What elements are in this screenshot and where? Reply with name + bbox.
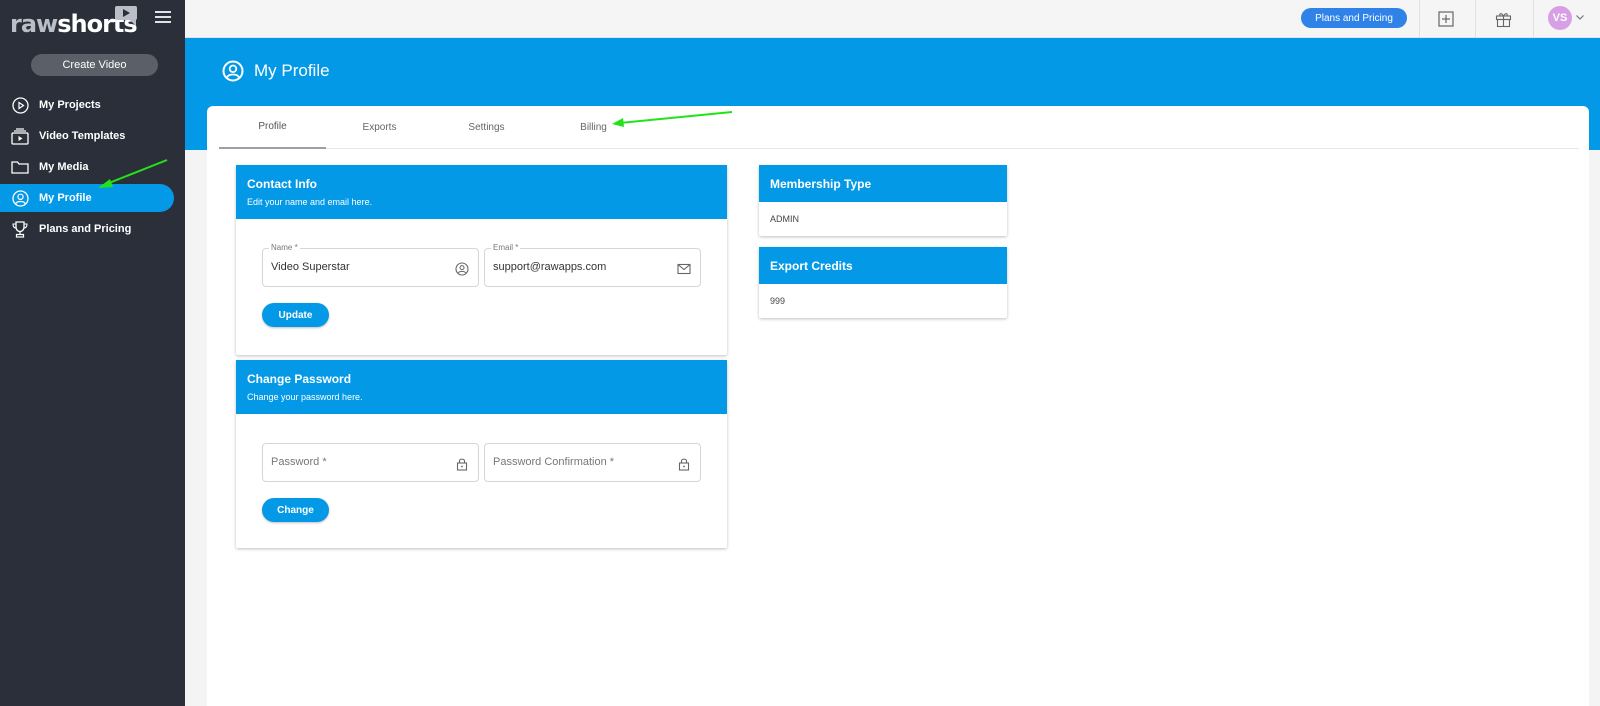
profile-tabs: Profile Exports Settings Billing bbox=[219, 106, 1579, 149]
menu-toggle-icon[interactable] bbox=[155, 11, 171, 25]
sidebar-item-label: Plans and Pricing bbox=[39, 223, 132, 235]
sidebar-item-label: My Media bbox=[39, 161, 89, 173]
user-circle-icon bbox=[222, 60, 244, 82]
plans-and-pricing-button[interactable]: Plans and Pricing bbox=[1301, 8, 1407, 28]
sidebar-item-plans-and-pricing[interactable]: Plans and Pricing bbox=[0, 215, 185, 243]
user-circle-icon bbox=[11, 189, 29, 207]
add-square-icon[interactable] bbox=[1436, 9, 1456, 29]
membership-type-value: ADMIN bbox=[770, 214, 799, 224]
export-credits-panel: Export Credits 999 bbox=[759, 247, 1007, 318]
export-credits-value: 999 bbox=[770, 296, 786, 306]
email-label: Email * bbox=[491, 243, 521, 252]
trophy-icon bbox=[11, 220, 29, 238]
email-input[interactable] bbox=[493, 261, 673, 273]
sidebar-item-label: My Profile bbox=[39, 192, 92, 204]
sidebar-item-my-profile[interactable]: My Profile bbox=[0, 184, 174, 212]
sidebar-item-label: Video Templates bbox=[39, 130, 126, 142]
page-title: My Profile bbox=[254, 61, 330, 80]
tab-settings[interactable]: Settings bbox=[433, 106, 540, 149]
email-field[interactable]: Email * bbox=[484, 243, 701, 287]
change-password-button[interactable]: Change bbox=[262, 498, 329, 522]
avatar[interactable]: VS bbox=[1548, 6, 1572, 30]
sidebar-item-my-media[interactable]: My Media bbox=[0, 153, 185, 181]
tab-exports[interactable]: Exports bbox=[326, 106, 433, 149]
sidebar-nav: My Projects Video Templates My Media My … bbox=[0, 91, 185, 246]
folder-icon bbox=[11, 158, 29, 176]
change-password-header: Change Password Change your password her… bbox=[236, 360, 727, 414]
tab-billing[interactable]: Billing bbox=[540, 106, 647, 149]
sidebar-item-label: My Projects bbox=[39, 99, 101, 111]
tab-profile[interactable]: Profile bbox=[219, 106, 326, 149]
logo-mark-icon bbox=[115, 6, 137, 26]
sidebar-item-my-projects[interactable]: My Projects bbox=[0, 91, 185, 119]
logo-text-raw: raw bbox=[10, 10, 58, 38]
rawshorts-logo[interactable]: raw shorts bbox=[10, 4, 138, 38]
lock-icon bbox=[456, 458, 468, 471]
sidebar: raw shorts Create Video My Projects Video… bbox=[0, 0, 185, 706]
contact-info-subtitle: Edit your name and email here. bbox=[247, 197, 373, 207]
password-field[interactable] bbox=[262, 443, 479, 482]
top-bar: Plans and Pricing VS bbox=[185, 0, 1600, 38]
create-video-button[interactable]: Create Video bbox=[31, 54, 158, 76]
password-input[interactable] bbox=[271, 456, 451, 468]
sidebar-item-video-templates[interactable]: Video Templates bbox=[0, 122, 185, 150]
top-divider bbox=[1533, 0, 1534, 38]
name-input[interactable] bbox=[271, 261, 451, 273]
change-password-subtitle: Change your password here. bbox=[247, 392, 363, 402]
lock-icon bbox=[678, 458, 690, 471]
membership-type-panel: Membership Type ADMIN bbox=[759, 165, 1007, 236]
change-password-title: Change Password bbox=[247, 372, 352, 386]
gift-icon[interactable] bbox=[1493, 9, 1513, 29]
page-title-wrap: My Profile bbox=[222, 60, 330, 82]
mail-icon bbox=[677, 263, 691, 275]
top-divider bbox=[1475, 0, 1476, 38]
password-confirmation-field[interactable] bbox=[484, 443, 701, 482]
contact-info-panel: Contact Info Edit your name and email he… bbox=[236, 165, 727, 355]
user-circle-icon bbox=[455, 262, 469, 276]
contact-info-header: Contact Info Edit your name and email he… bbox=[236, 165, 727, 219]
password-confirmation-input[interactable] bbox=[493, 456, 673, 468]
update-button[interactable]: Update bbox=[262, 303, 329, 327]
template-stack-icon bbox=[11, 127, 29, 145]
content-card: Profile Exports Settings Billing Contact… bbox=[207, 106, 1589, 706]
export-credits-title: Export Credits bbox=[759, 247, 1007, 284]
contact-info-title: Contact Info bbox=[247, 177, 317, 191]
name-field[interactable]: Name * bbox=[262, 243, 479, 287]
play-circle-icon bbox=[11, 96, 29, 114]
change-password-panel: Change Password Change your password her… bbox=[236, 360, 727, 548]
top-divider bbox=[1419, 0, 1420, 38]
chevron-down-icon[interactable] bbox=[1575, 12, 1585, 22]
membership-type-title: Membership Type bbox=[759, 165, 1007, 202]
name-label: Name * bbox=[269, 243, 300, 252]
